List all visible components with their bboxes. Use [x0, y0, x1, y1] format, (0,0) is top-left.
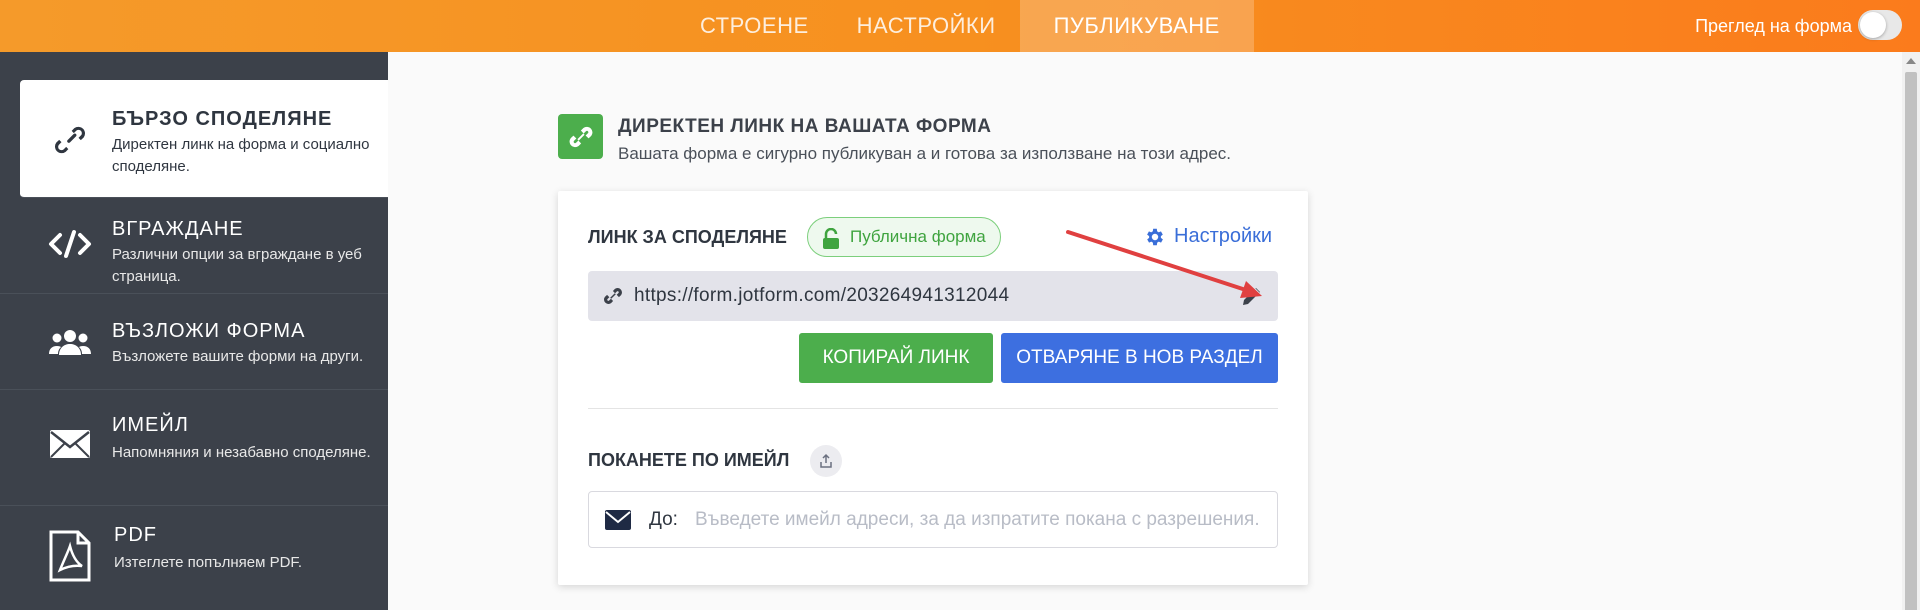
- settings-link[interactable]: Настройки: [1144, 225, 1272, 248]
- sidebar-item-title: ВЪЗЛОЖИ ФОРМА: [112, 320, 306, 342]
- copy-link-button[interactable]: КОПИРАЙ ЛИНК: [799, 333, 993, 383]
- share-upload-icon[interactable]: [810, 445, 842, 477]
- form-preview-label: Преглед на форма: [1695, 16, 1852, 36]
- sidebar-item-title: БЪРЗО СПОДЕЛЯНЕ: [112, 108, 333, 130]
- scrollbar-thumb[interactable]: [1905, 72, 1917, 610]
- top-bar: СТРОЕНЕ НАСТРОЙКИ ПУБЛИКУВАНЕ Преглед на…: [0, 0, 1920, 52]
- sidebar-item-title: ВГРАЖДАНЕ: [112, 218, 244, 240]
- tab-settings[interactable]: НАСТРОЙКИ: [833, 0, 1020, 52]
- gear-icon: [1144, 226, 1166, 254]
- page-scrollbar[interactable]: [1902, 52, 1920, 610]
- badge-label: Публична форма: [850, 227, 986, 246]
- share-card: ЛИНК ЗА СПОДЕЛЯНЕ Публична форма Настрой…: [558, 191, 1308, 585]
- share-link-label: ЛИНК ЗА СПОДЕЛЯНЕ: [588, 227, 787, 247]
- toggle-knob: [1860, 12, 1886, 38]
- envelope-icon: [605, 510, 631, 535]
- email-input[interactable]: [695, 504, 1265, 536]
- page-subtitle: Вашата форма е сигурно публикуван а и го…: [618, 144, 1232, 163]
- sidebar: БЪРЗО СПОДЕЛЯНЕ Директен линк на форма и…: [0, 52, 388, 610]
- tab-publish[interactable]: ПУБЛИКУВАНЕ: [1019, 0, 1254, 52]
- sidebar-item-pdf[interactable]: PDF Изтеглете попълняем PDF.: [0, 506, 388, 610]
- pdf-icon: [48, 530, 92, 582]
- form-url-field[interactable]: https://form.jotform.com/203264941312044: [588, 271, 1278, 321]
- main-tabs: СТРОЕНЕ НАСТРОЙКИ ПУБЛИКУВАНЕ: [676, 0, 1254, 52]
- sidebar-item-desc: Различни опции за вграждане в уеб страни…: [112, 246, 362, 285]
- sidebar-item-title: PDF: [114, 524, 157, 546]
- envelope-icon: [48, 422, 92, 466]
- sidebar-item-email[interactable]: ИМЕЙЛ Напомняния и незабавно споделяне.: [0, 390, 388, 506]
- pencil-edit-icon[interactable]: [1240, 284, 1264, 313]
- form-preview-toggle[interactable]: [1858, 10, 1902, 40]
- sidebar-item-quick-share[interactable]: БЪРЗО СПОДЕЛЯНЕ Директен линк на форма и…: [20, 80, 388, 198]
- sidebar-item-embed[interactable]: ВГРАЖДАНЕ Различни опции за вграждане в …: [0, 198, 388, 294]
- settings-label: Настройки: [1174, 225, 1273, 247]
- scroll-up-arrow-icon[interactable]: [1906, 58, 1916, 64]
- link-icon: [558, 114, 603, 159]
- link-icon: [602, 285, 624, 312]
- sidebar-item-desc: Изтеглете попълняем PDF.: [114, 554, 303, 571]
- tab-build[interactable]: СТРОЕНЕ: [676, 0, 833, 52]
- sidebar-item-assign-form[interactable]: ВЪЗЛОЖИ ФОРМА Възложете вашите форми на …: [0, 294, 388, 390]
- sidebar-item-desc: Напомняния и незабавно споделяне.: [112, 444, 371, 461]
- sidebar-item-desc: Директен линк на форма и социално сподел…: [112, 136, 370, 175]
- page-title: ДИРЕКТЕН ЛИНК НА ВАШАТА ФОРМА: [618, 116, 992, 137]
- code-icon: [48, 222, 92, 266]
- sidebar-item-desc: Възложете вашите форми на други.: [112, 348, 364, 365]
- invite-by-email-label: ПОКАНЕТЕ ПО ИМЕЙЛ: [588, 450, 790, 470]
- link-icon: [48, 118, 92, 162]
- email-invite-field: До:: [588, 491, 1278, 548]
- divider: [588, 408, 1278, 409]
- sidebar-item-title: ИМЕЙЛ: [112, 414, 189, 436]
- open-in-new-tab-button[interactable]: ОТВАРЯНЕ В НОВ РАЗДЕЛ: [1001, 333, 1278, 383]
- email-to-label: До:: [649, 509, 678, 530]
- users-icon: [48, 320, 92, 364]
- form-url: https://form.jotform.com/203264941312044: [634, 285, 1010, 306]
- unlock-icon: [822, 226, 840, 264]
- public-form-badge[interactable]: Публична форма: [807, 217, 1001, 257]
